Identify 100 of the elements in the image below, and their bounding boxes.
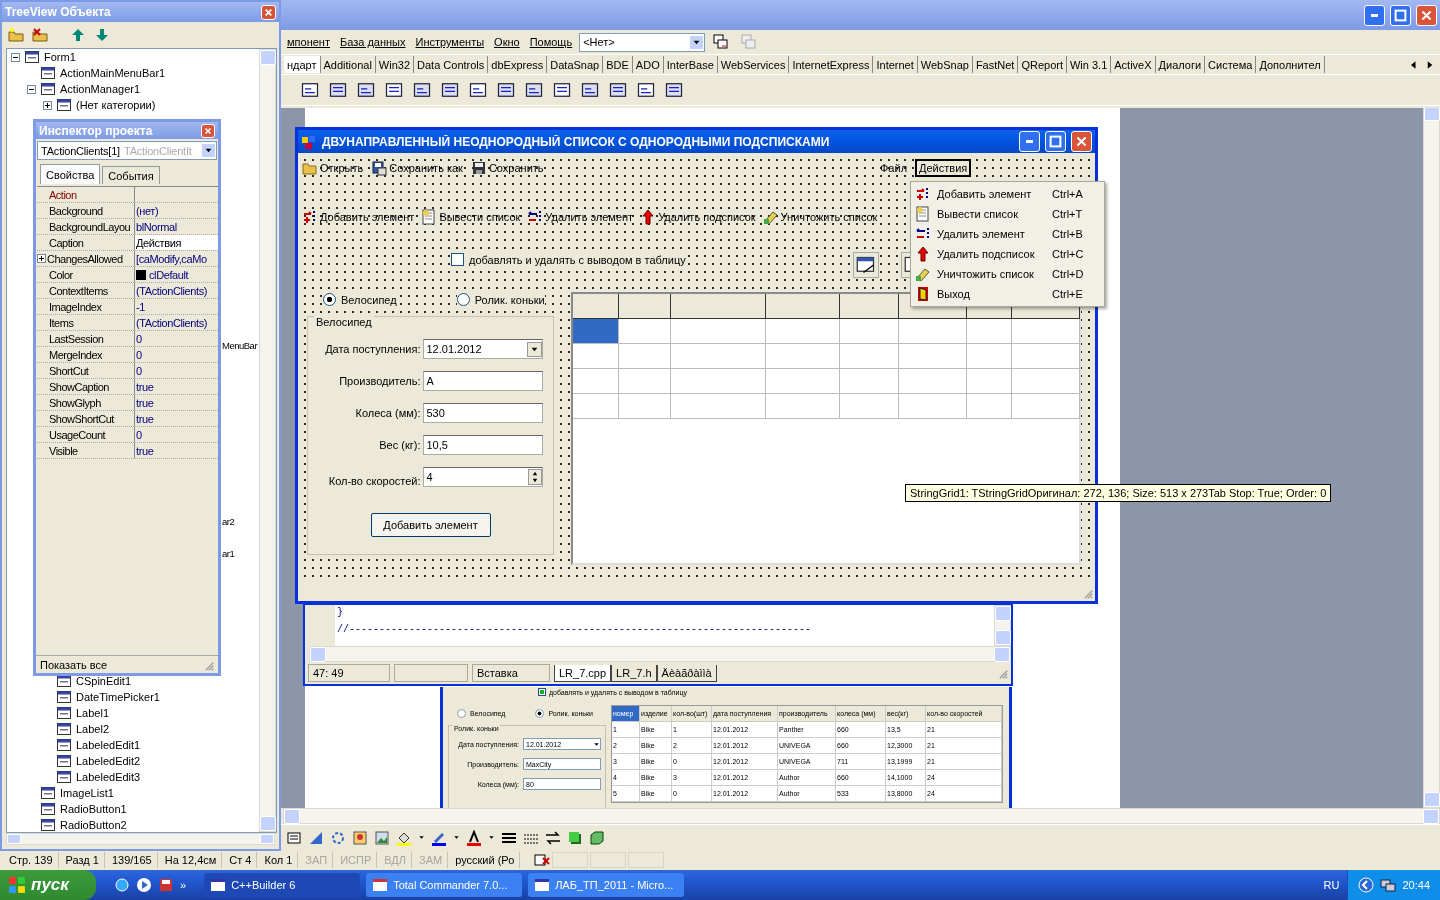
scrollbar[interactable] (994, 605, 1011, 646)
task-button[interactable]: C++Builder 6 (204, 873, 361, 897)
task-button[interactable]: ЛАБ_ТП_2011 - Micro... (528, 873, 685, 897)
maximize-button[interactable] (1045, 131, 1066, 152)
tree-item[interactable]: ActionMainMenuBar1 (60, 67, 166, 79)
property-name[interactable]: Items (49, 316, 74, 329)
property-value[interactable]: 0 (136, 364, 142, 377)
toolbar-button[interactable]: Удалить элемент (527, 209, 634, 225)
property-name[interactable]: UsageCount (49, 428, 106, 441)
scrollbar[interactable] (309, 646, 1011, 662)
expand-toggle[interactable] (43, 100, 52, 110)
grid-cell[interactable] (967, 369, 1012, 394)
property-value[interactable]: (TActionClients) (136, 316, 208, 329)
property-name[interactable]: MergeIndex (49, 348, 103, 361)
property-name[interactable]: BackgroundLayou (49, 220, 131, 233)
property-name[interactable]: LastSession (49, 332, 104, 345)
palette-tab[interactable]: Win32 (375, 56, 415, 73)
file-tab[interactable]: Äèàãðàììà (656, 664, 717, 682)
grid-cell[interactable] (899, 344, 967, 369)
tree-item[interactable]: RadioButton1 (60, 803, 127, 815)
property-value[interactable]: true (136, 380, 154, 393)
property-value[interactable]: true (136, 396, 154, 409)
property-value[interactable]: 0 (136, 348, 142, 361)
menu-item[interactable]: База данных (336, 36, 409, 48)
palette-tab[interactable]: Win 3.1 (1066, 56, 1112, 73)
grid-cell[interactable] (1012, 344, 1080, 369)
grid-cell[interactable] (573, 394, 619, 419)
grid-cell[interactable] (1012, 394, 1080, 419)
scrollbar[interactable] (6, 833, 275, 845)
palette-tab[interactable]: FastNet (972, 56, 1019, 73)
menu-entry[interactable]: Уничтожить список Ctrl+D (911, 264, 1104, 284)
minimize-button[interactable] (1364, 4, 1385, 26)
close-button[interactable] (1071, 131, 1092, 152)
inspector-tab[interactable]: События (102, 166, 160, 184)
start-button[interactable]: пуск (0, 870, 96, 900)
grid-cell[interactable] (899, 394, 967, 419)
tree-item[interactable]: LabeledEdit3 (76, 771, 141, 783)
grid-cell[interactable] (840, 394, 899, 419)
menu-entry[interactable]: Удалить элемент Ctrl+B (911, 224, 1104, 244)
property-value[interactable]: true (136, 444, 154, 457)
tree-item[interactable]: Label1 (76, 707, 110, 719)
input-field[interactable]: 12.01.2012 (422, 339, 543, 359)
palette-tab[interactable]: WebServices (717, 56, 790, 73)
tree-item[interactable]: ar2 (222, 515, 235, 527)
tree-item[interactable]: CSpinEdit1 (76, 675, 132, 687)
grid-cell[interactable] (573, 319, 619, 344)
radio-button[interactable] (456, 293, 470, 306)
tree-item[interactable]: Label2 (76, 723, 110, 735)
property-value[interactable]: blNormal (136, 220, 177, 233)
property-name[interactable]: Background (49, 204, 103, 217)
maximize-button[interactable] (1390, 4, 1411, 26)
grid-cell[interactable] (899, 369, 967, 394)
grid-cell[interactable] (671, 394, 766, 419)
property-value[interactable]: (TActionClients) (136, 284, 208, 297)
palette-tab[interactable]: InterBase (663, 56, 718, 73)
menu-entry[interactable]: Удалить подсписок Ctrl+C (911, 244, 1104, 264)
menu-item[interactable]: Файл (876, 159, 912, 177)
image-button[interactable] (853, 252, 879, 278)
scrollbar[interactable] (283, 808, 1440, 824)
toolbar-button[interactable]: Открыть (302, 160, 364, 176)
tree-item[interactable]: ImageList1 (60, 787, 114, 799)
object-selector[interactable]: TActionClients[1] TActionClientIt (37, 141, 217, 160)
language-indicator[interactable]: RU (1323, 879, 1340, 891)
grid-cell[interactable] (671, 369, 766, 394)
tree-item[interactable]: LabeledEdit2 (76, 755, 141, 767)
grid-cell[interactable] (967, 319, 1012, 344)
input-field[interactable]: A (422, 371, 543, 391)
property-value[interactable]: 0 (136, 428, 142, 441)
input-field[interactable]: 4 (422, 467, 543, 487)
checkbox[interactable] (451, 253, 464, 266)
footer-label[interactable]: Показать все (40, 658, 108, 671)
grid-cell[interactable] (573, 369, 619, 394)
close-button[interactable] (261, 4, 276, 20)
inspector-tab[interactable]: Свойства (40, 164, 101, 184)
close-button[interactable] (201, 123, 215, 138)
property-name[interactable]: ShowShortCut (49, 412, 114, 425)
grid-cell[interactable] (967, 344, 1012, 369)
grid-cell[interactable] (766, 344, 840, 369)
palette-tab[interactable]: dbExpress (488, 56, 548, 73)
grid-cell[interactable] (671, 319, 766, 344)
radio-button[interactable] (323, 293, 336, 306)
palette-tab[interactable]: Additional (320, 56, 376, 73)
add-button[interactable]: Добавить элемент (370, 513, 491, 537)
property-name[interactable]: Action (49, 188, 77, 201)
grid-cell[interactable] (766, 394, 840, 419)
palette-tab[interactable]: DataSnap (547, 56, 604, 73)
property-name[interactable]: Color (49, 268, 73, 281)
grid-cell[interactable] (1012, 319, 1080, 344)
grid-cell[interactable] (766, 369, 840, 394)
toolbar-button[interactable]: Сохранить как (371, 160, 463, 176)
grid-cell[interactable] (619, 344, 671, 369)
scrollbar[interactable] (1423, 105, 1440, 808)
toolbar-button[interactable]: Добавить элемент (302, 209, 415, 225)
toolbar-button[interactable]: Сохранить (470, 160, 544, 176)
grid-cell[interactable] (840, 369, 899, 394)
expand-toggle[interactable] (27, 84, 36, 94)
property-name[interactable]: ShowCaption (49, 380, 109, 393)
target-dropdown[interactable]: <Нет> (579, 32, 706, 52)
file-tab[interactable]: LR_7.cpp (554, 664, 612, 682)
grid-cell[interactable] (619, 369, 671, 394)
